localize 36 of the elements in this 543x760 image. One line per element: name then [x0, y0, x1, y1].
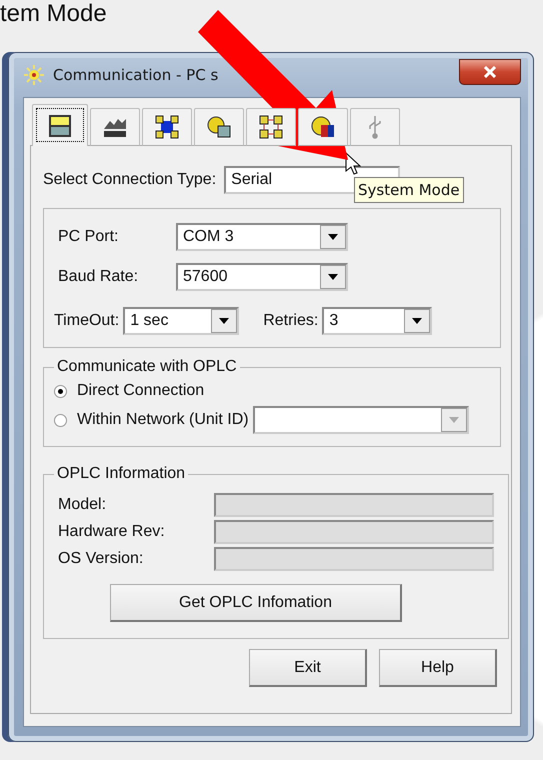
cursor-icon	[345, 152, 361, 176]
radio-label: Within Network (Unit ID)	[77, 411, 249, 429]
tab[interactable]	[90, 108, 140, 146]
field-label: PC Port:	[58, 228, 120, 246]
radio-label: Direct Connection	[77, 382, 204, 400]
radio-button[interactable]	[54, 414, 67, 426]
group-title: Communicate with OPLC	[56, 358, 238, 376]
get-info-button[interactable]: Get OPLC Infomation	[110, 584, 402, 622]
baud-rate-dropdown[interactable]: 57600	[176, 263, 348, 291]
slide-title: tem Mode	[0, 0, 108, 28]
radio-button[interactable]	[54, 384, 67, 398]
network-icon	[153, 113, 181, 141]
field-label: Model:	[58, 496, 108, 514]
field-label: OS Version:	[58, 550, 144, 568]
tab[interactable]	[32, 104, 88, 146]
pc-port-dropdown[interactable]: COM 3	[176, 223, 348, 251]
tooltip: System Mode	[354, 177, 464, 203]
field-label: Hardware Rev:	[58, 523, 166, 541]
dialog-button[interactable]: Help	[379, 649, 497, 687]
field-label: Retries:	[263, 312, 318, 330]
field-label: Baud Rate:	[58, 268, 140, 286]
retries-dropdown[interactable]: 3	[322, 307, 432, 335]
tab[interactable]	[142, 108, 192, 146]
tab[interactable]	[298, 108, 348, 146]
nodes-icon	[257, 113, 285, 141]
tab[interactable]	[194, 108, 244, 146]
group-title: OPLC Information	[56, 465, 186, 483]
window-title: Communication - PC s	[53, 66, 218, 84]
sun-icon	[23, 64, 45, 86]
field-label: Select Connection Type:	[43, 171, 216, 189]
close-icon	[484, 66, 496, 78]
tab[interactable]	[246, 108, 296, 146]
dialog-button[interactable]: Exit	[249, 649, 367, 687]
timeout-dropdown[interactable]: 1 sec	[123, 307, 240, 335]
close-button[interactable]	[459, 59, 521, 85]
field-label: TimeOut:	[54, 312, 120, 330]
